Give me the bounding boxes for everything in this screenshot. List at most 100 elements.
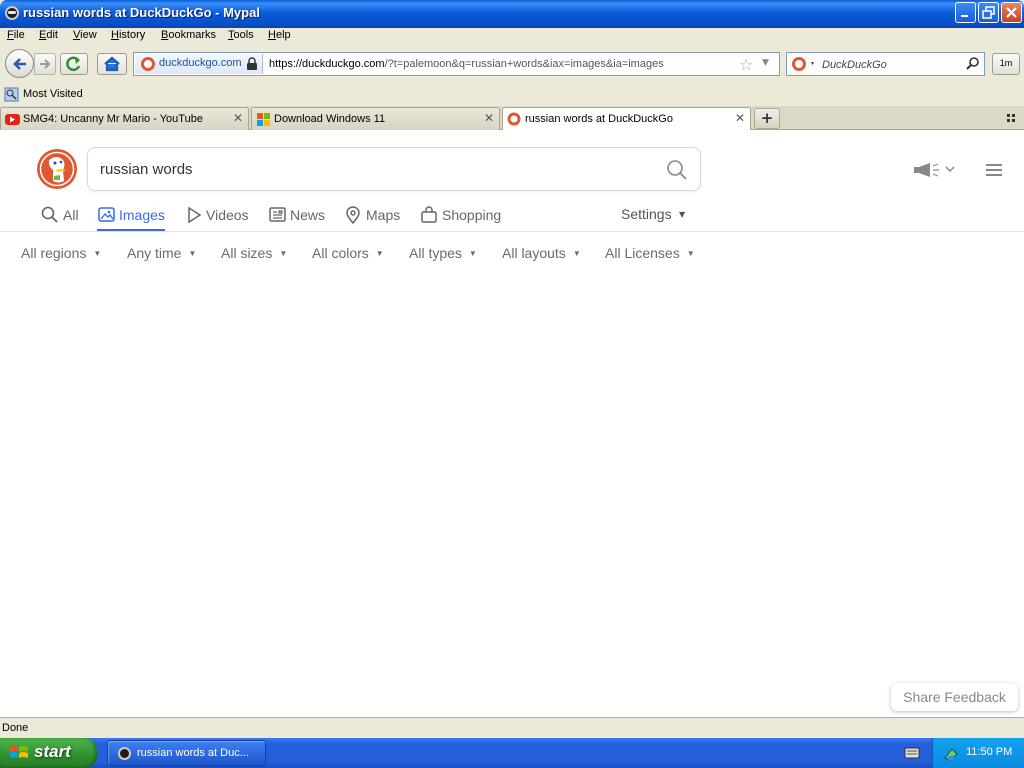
filter-region[interactable]: All regions ▼: [21, 245, 101, 261]
close-window-button[interactable]: [1001, 2, 1022, 23]
bookmark-star-icon[interactable]: ☆: [739, 55, 753, 74]
menu-history[interactable]: History: [111, 29, 145, 41]
filter-label: All layouts: [502, 245, 566, 261]
tab-all-label: All: [63, 207, 79, 223]
filter-time[interactable]: Any time ▼: [127, 245, 196, 261]
start-button[interactable]: start: [0, 738, 97, 768]
caret-down-icon: ▼: [375, 249, 384, 258]
caret-down-icon[interactable]: ▼: [679, 210, 685, 219]
address-bar[interactable]: duckduckgo.com https://duckduckgo.com/?t…: [133, 52, 780, 76]
menu-file-rest: ile: [13, 29, 25, 41]
tab-windows[interactable]: Download Windows 11 ✕: [251, 107, 500, 130]
new-tab-button[interactable]: +: [754, 108, 780, 129]
filter-label: All Licenses: [605, 245, 680, 261]
tab-duckduckgo[interactable]: russian words at DuckDuckGo ✕: [502, 107, 751, 131]
tab-label: Download Windows 11: [274, 113, 386, 125]
menu-view[interactable]: View: [73, 29, 97, 41]
search-engine-selector[interactable]: [791, 56, 817, 75]
restore-icon: [982, 6, 995, 19]
search-bar[interactable]: DuckDuckGo: [786, 52, 985, 76]
menu-history-rest: istory: [118, 29, 146, 41]
filter-layout[interactable]: All layouts ▼: [502, 245, 581, 261]
menu-help[interactable]: Help: [268, 29, 291, 41]
forward-arrow-icon: [40, 59, 51, 69]
tab-close-icon[interactable]: ✕: [233, 111, 243, 125]
map-pin-icon: [346, 206, 360, 224]
back-button[interactable]: [5, 49, 34, 78]
search-icon: [41, 206, 58, 223]
tab-list-icon[interactable]: [1006, 112, 1018, 127]
home-button[interactable]: [97, 53, 127, 75]
search-icon[interactable]: [666, 159, 688, 181]
title-bar[interactable]: russian words at DuckDuckGo - Mypal: [0, 0, 1024, 28]
youtube-icon: [5, 114, 20, 125]
tab-shopping-label: Shopping: [442, 207, 502, 223]
search-query-text: russian words: [100, 161, 193, 178]
newspaper-icon: [269, 207, 286, 222]
menu-bookmarks-rest: ookmarks: [168, 29, 217, 41]
menu-bar: File Edit View History Bookmarks Tools H…: [0, 28, 1024, 46]
search-go-icon[interactable]: [965, 56, 981, 75]
menu-tools[interactable]: Tools: [228, 29, 254, 41]
url-history-dropdown-icon[interactable]: ▼: [762, 58, 769, 68]
menu-bookmarks[interactable]: Bookmarks: [161, 29, 216, 41]
caret-down-icon: ▼: [468, 249, 477, 258]
forward-button[interactable]: [34, 53, 56, 75]
caret-down-icon: ▼: [279, 249, 288, 258]
megaphone-icon[interactable]: [912, 162, 940, 178]
filter-label: All regions: [21, 245, 87, 261]
restore-button[interactable]: [978, 2, 999, 23]
tab-close-icon[interactable]: ✕: [484, 111, 494, 125]
system-tray: 11:50 PM: [932, 738, 1024, 768]
image-icon: [98, 207, 115, 222]
menu-tools-rest: ools: [233, 29, 254, 41]
tab-youtube[interactable]: SMG4: Uncanny Mr Mario - YouTube ✕: [0, 107, 249, 130]
duckduckgo-logo[interactable]: [36, 148, 78, 190]
lock-icon: [247, 57, 257, 70]
search-input[interactable]: russian words: [87, 147, 701, 191]
menu-history-accel: H: [111, 29, 119, 41]
reload-button[interactable]: [60, 53, 88, 75]
mypal-taskbar-icon: [118, 747, 131, 760]
menu-edit[interactable]: Edit: [39, 29, 58, 41]
back-arrow-icon: [13, 58, 26, 70]
site-identity-button[interactable]: duckduckgo.com: [135, 54, 263, 74]
tab-news-label: News: [290, 207, 326, 223]
window-title: russian words at DuckDuckGo - Mypal: [23, 5, 260, 20]
filter-type[interactable]: All types ▼: [409, 245, 477, 261]
most-visited-icon: [4, 87, 19, 102]
filter-license[interactable]: All Licenses ▼: [605, 245, 695, 261]
menu-file[interactable]: File: [7, 29, 25, 41]
shopping-bag-icon: [421, 206, 437, 223]
url-text[interactable]: https://duckduckgo.com/?t=palemoon&q=rus…: [269, 58, 664, 70]
menu-view-rest: iew: [80, 29, 97, 41]
share-feedback-button[interactable]: Share Feedback: [891, 683, 1018, 711]
duckduckgo-icon: [507, 112, 521, 126]
windows-logo-icon: [10, 746, 28, 758]
filter-color[interactable]: All colors ▼: [312, 245, 384, 261]
filter-label: Any time: [127, 245, 182, 261]
keyboard-icon[interactable]: [904, 747, 920, 759]
tab-label: SMG4: Uncanny Mr Mario - YouTube: [23, 113, 203, 125]
addon-toolbar-button[interactable]: 1m: [992, 53, 1020, 75]
clock: 11:50 PM: [966, 746, 1013, 758]
settings-dropdown[interactable]: Settings: [621, 206, 672, 222]
minimize-button[interactable]: [955, 2, 976, 23]
filter-size[interactable]: All sizes ▼: [221, 245, 287, 261]
menu-help-rest: elp: [275, 29, 291, 41]
tab-close-icon[interactable]: ✕: [735, 111, 745, 125]
caret-down-icon: ▼: [572, 249, 581, 258]
most-visited-label: Most Visited: [23, 88, 83, 100]
mypal-app-icon[interactable]: [5, 6, 19, 20]
taskbar-window-button[interactable]: russian words at Duc...: [107, 740, 266, 766]
filter-label: All types: [409, 245, 462, 261]
hamburger-menu-icon[interactable]: [985, 163, 1003, 179]
chevron-down-icon[interactable]: [944, 164, 956, 174]
taskbar: start russian words at Duc... 11:50 PM: [0, 738, 1024, 768]
filter-label: All sizes: [221, 245, 273, 261]
active-tab-underline: [97, 229, 165, 231]
search-bar-placeholder: DuckDuckGo: [822, 59, 887, 71]
page-content: russian words All Images Videos News Map…: [0, 130, 1024, 717]
menu-help-accel: H: [268, 29, 276, 41]
network-icon[interactable]: [943, 746, 959, 762]
